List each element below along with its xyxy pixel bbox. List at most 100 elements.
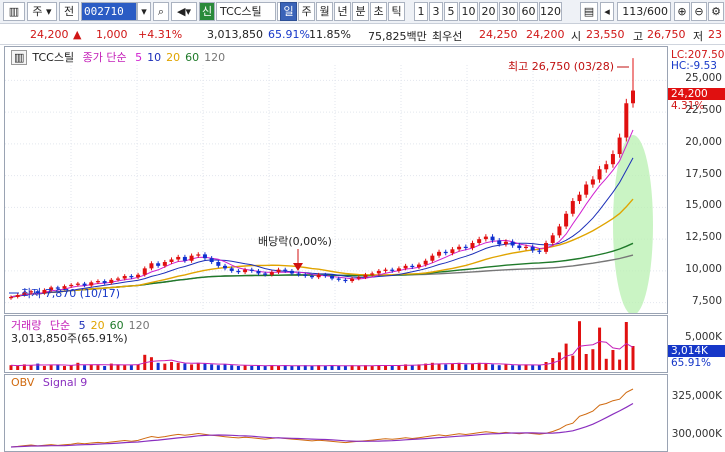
price-panel[interactable]: 최고 26,750 (03/28) 최저 7,870 (10/17) 배당락(0,0…	[4, 46, 668, 314]
search-icon[interactable]: ⌕	[153, 2, 169, 21]
ma-period-60[interactable]: 60	[185, 51, 199, 64]
volume-bar	[290, 366, 294, 370]
period-tab-6[interactable]: 틱	[388, 2, 405, 21]
panel-menu-icon[interactable]: ▥	[11, 50, 28, 65]
interval-tab-5[interactable]: 5	[444, 2, 458, 21]
count-value: 113	[622, 5, 644, 18]
period-tab-0[interactable]: 일	[280, 2, 297, 21]
type-select[interactable]: 주 ▾	[27, 2, 57, 21]
interval-tab-60[interactable]: 60	[519, 2, 538, 21]
period-tab-2[interactable]: 월	[316, 2, 333, 21]
stock-code-input[interactable]: 002710	[81, 2, 137, 21]
period-tab-3[interactable]: 년	[334, 2, 351, 21]
volume-bar	[277, 366, 281, 370]
candle-body	[544, 242, 549, 252]
settings-icon[interactable]: ⚙	[708, 2, 724, 21]
candle-body	[510, 241, 515, 246]
ma-period-120[interactable]: 120	[204, 51, 225, 64]
volume-bar	[571, 355, 575, 370]
volume-bar	[163, 363, 167, 370]
volume-axis: 5,000K 3,014K 65.91%	[668, 315, 725, 373]
ma-period-5[interactable]: 5	[135, 51, 142, 64]
candle-body	[356, 277, 361, 279]
volume-bar	[357, 366, 361, 370]
chart-type-icon[interactable]: ▥	[3, 2, 25, 21]
volume-ma-period-120[interactable]: 120	[129, 319, 150, 332]
price-chart[interactable]: 최고 26,750 (03/28) 최저 7,870 (10/17) 배당락(0,0…	[5, 47, 667, 313]
volume-bar	[504, 364, 508, 370]
volume-bar	[63, 366, 67, 370]
volume-current-tag: 3,014K	[668, 345, 725, 357]
zoom-out-icon[interactable]: ⊖	[691, 2, 707, 21]
period-tab-1[interactable]: 주	[298, 2, 315, 21]
price-tick: 22,500	[685, 104, 722, 117]
toolbar: ▥ 주 ▾ 전 002710 ▾ ⌕ ◀▾ 신 TCC스틸 ▾ 일주월년분초틱 …	[0, 0, 725, 24]
candle-body	[196, 254, 201, 256]
high-price: 26,750	[647, 28, 686, 41]
interval-tab-20[interactable]: 20	[479, 2, 498, 21]
candle-body	[323, 274, 328, 276]
open-price: 23,550	[586, 28, 625, 41]
price-tick: 10,000	[685, 262, 722, 275]
candle-body	[269, 272, 274, 275]
ma-period-20[interactable]: 20	[166, 51, 180, 64]
volume-panel[interactable]: 거래량 단순 5 20 60 120 3,013,850주(65.91%)	[4, 315, 668, 373]
volume-bar	[190, 364, 194, 370]
volume-tick: 5,000K	[685, 331, 722, 343]
candle-body	[617, 137, 622, 155]
candle-body	[296, 273, 301, 275]
volume-bar	[76, 362, 80, 370]
interval-tab-3[interactable]: 3	[429, 2, 443, 21]
interval-list-icon[interactable]: ▤	[580, 2, 598, 21]
candle-body	[116, 278, 121, 280]
code-dropdown-icon[interactable]: ▾	[137, 2, 151, 21]
volume-bar	[29, 365, 33, 370]
candle-body	[584, 184, 589, 195]
obv-axis: 325,000K 300,000K	[668, 374, 725, 452]
interval-tab-1[interactable]: 1	[414, 2, 428, 21]
candle-body	[396, 268, 401, 271]
interval-tab-120[interactable]: 120	[539, 2, 562, 21]
volume-bar	[618, 359, 622, 370]
interval-scroll-icon[interactable]: ◂	[600, 2, 614, 21]
candle-body	[631, 90, 635, 104]
volume-bar	[517, 365, 521, 370]
interval-tab-30[interactable]: 30	[499, 2, 518, 21]
bid-price: 24,200	[526, 28, 565, 41]
high-label: 고	[633, 30, 644, 43]
volume-bar	[96, 365, 100, 370]
interval-tab-10[interactable]: 10	[459, 2, 478, 21]
high-note: 최고 26,750 (03/28)	[508, 60, 614, 73]
count-field[interactable]: 113/600	[617, 2, 671, 21]
candle-body	[156, 263, 161, 266]
hc-label: HC:-9.53	[671, 60, 717, 72]
price-tick: 17,500	[685, 167, 722, 180]
zoom-in-icon[interactable]: ⊕	[674, 2, 690, 21]
candle-body	[82, 283, 87, 286]
candle-body	[376, 270, 381, 274]
obv-chart[interactable]	[5, 375, 667, 451]
prefix-button[interactable]: 전	[59, 2, 79, 21]
period-tab-4[interactable]: 분	[352, 2, 369, 21]
current-price-tag: 24,200	[668, 88, 725, 100]
candle-body	[477, 239, 482, 243]
ma-period-10[interactable]: 10	[147, 51, 161, 64]
volume-bar	[216, 365, 220, 370]
current-price: 24,200	[30, 28, 69, 41]
volume-bar	[42, 366, 46, 370]
obv-signal-label: Signal 9	[42, 376, 88, 389]
volume-bar	[343, 366, 347, 370]
volume-bar	[183, 363, 187, 370]
sound-icon[interactable]: ◀▾	[171, 2, 197, 21]
candle-body	[109, 279, 114, 283]
volume-bar	[263, 366, 267, 370]
obv-panel[interactable]: OBV Signal 9	[4, 374, 668, 452]
credit-badge: 신	[199, 2, 215, 21]
volume-bar	[16, 366, 20, 370]
price-tick: 20,000	[685, 135, 722, 148]
period-tab-5[interactable]: 초	[370, 2, 387, 21]
candle-body	[450, 249, 455, 254]
obv-tick-high: 325,000K	[671, 390, 722, 402]
candle-body	[243, 269, 248, 273]
candle-body	[557, 226, 562, 236]
